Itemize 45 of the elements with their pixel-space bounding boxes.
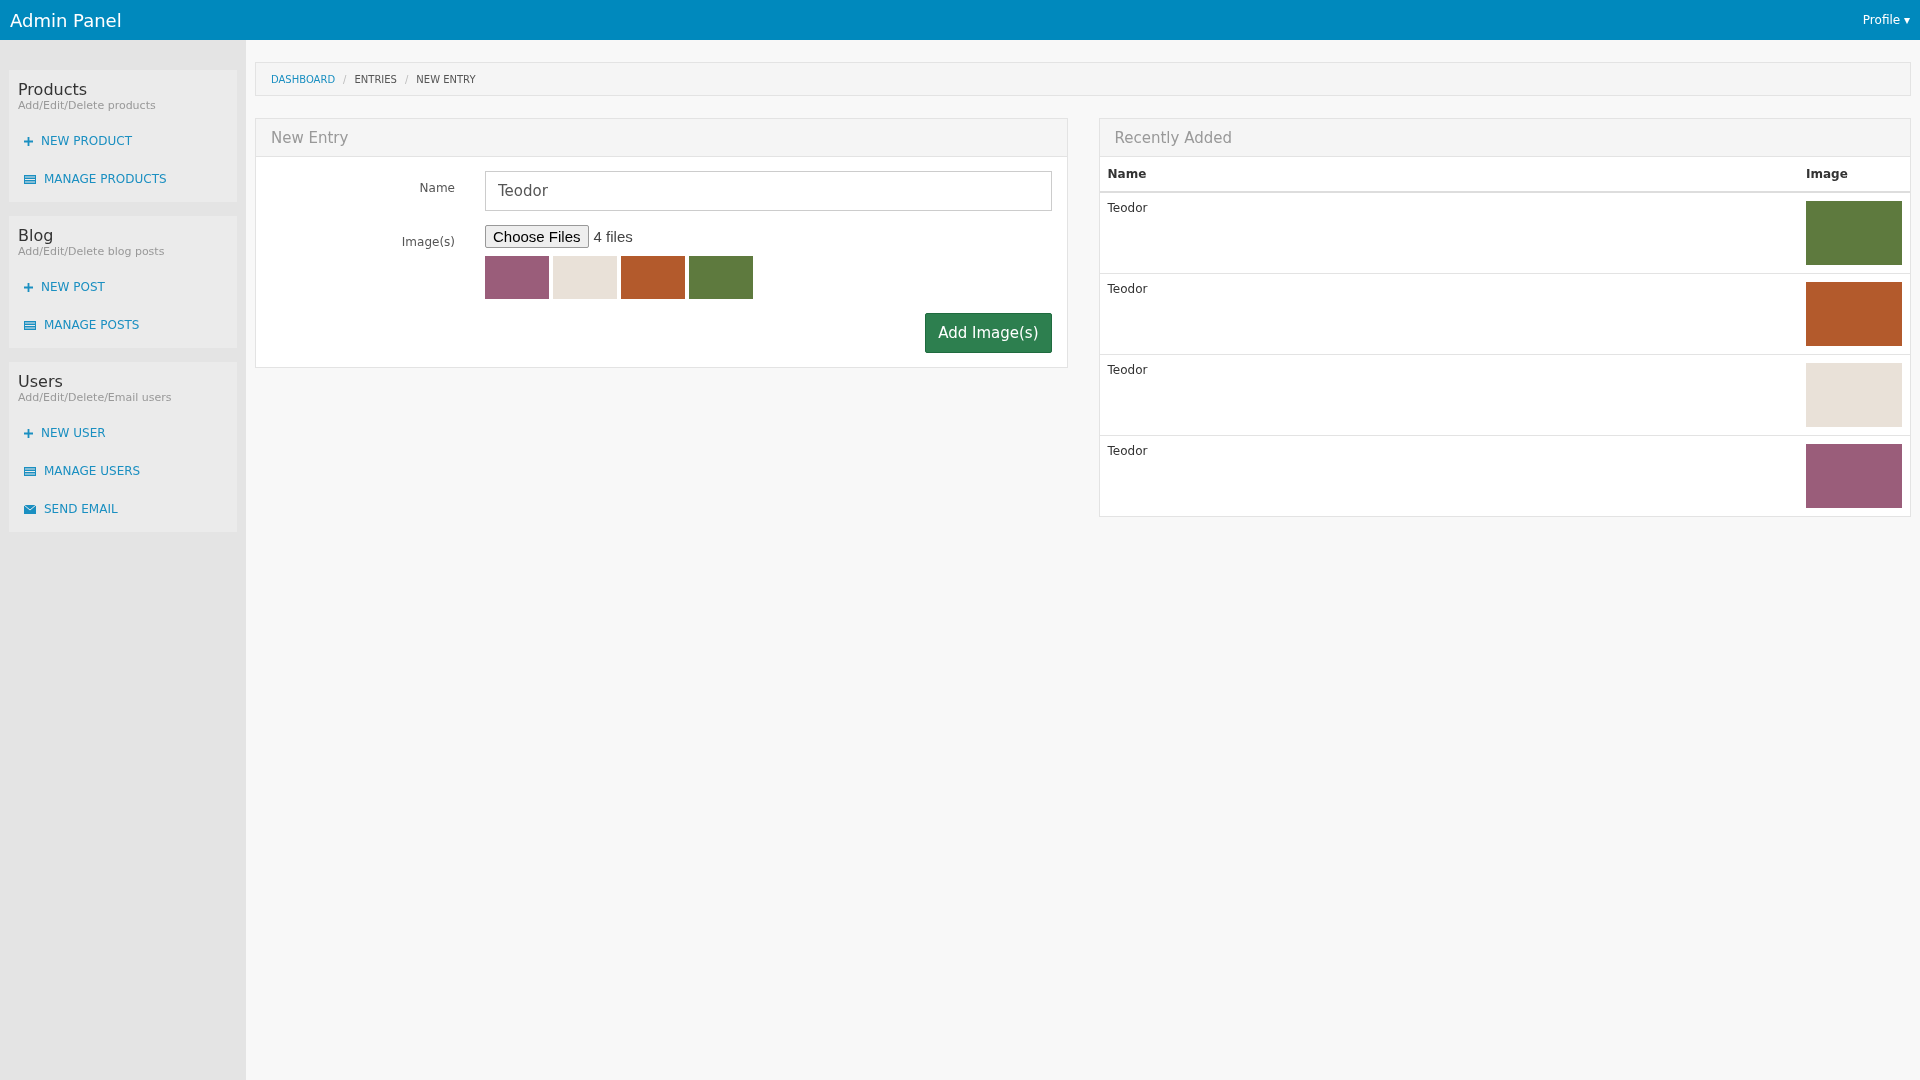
table-cell: Teodor [1099,273,1798,355]
images-label: Image(s) [400,234,455,251]
table-cell: Teodor [1099,192,1798,274]
photo-placeholder [621,256,685,299]
sidebar-link[interactable]: MANAGE USERS [18,452,228,490]
photo-placeholder [553,256,617,299]
breadcrumb-separator: / [343,73,347,85]
table-cell: Teodor [1099,354,1798,436]
sidebar-link[interactable]: SEND EMAIL [18,490,228,528]
panel-title: Recently Added [1099,119,1910,157]
add-images-button[interactable]: Add Image(s) [925,313,1052,353]
name-label: Name [418,180,455,197]
section-title: Users [18,372,64,391]
column-header: Image [1798,157,1910,192]
sidebar-link[interactable]: MANAGE PRODUCTS [18,160,228,198]
list-icon [24,466,36,476]
photo-placeholder [689,256,753,299]
envelope-icon [24,504,36,514]
sidebar-link[interactable]: NEW PRODUCT [18,122,228,160]
name-field[interactable]: Teodor [485,171,1052,211]
section-subtitle: Add/Edit/Delete blog posts [18,245,166,258]
breadcrumb-item: ENTRIES [354,73,397,85]
panel-title: New Entry [256,119,1067,157]
table-cell: Teodor [1099,435,1798,516]
section-title: Blog [18,226,55,245]
breadcrumb-item: NEW ENTRY [416,73,476,85]
plus-icon [24,282,33,292]
list-icon [24,320,36,330]
choose-files-button[interactable]: Choose Files [485,225,589,248]
profile-menu[interactable]: Profile ▾ [1862,13,1910,27]
photo-placeholder [485,256,549,299]
sidebar-link[interactable]: NEW USER [18,414,228,452]
plus-icon [24,428,33,438]
file-count: 4 files [593,228,633,245]
plus-icon [24,136,33,146]
breadcrumb-separator: / [404,73,409,85]
brand-title: Admin Panel [10,9,122,31]
section-subtitle: Add/Edit/Delete/Email users [18,391,173,404]
section-title: Products [18,80,89,99]
list-icon [24,174,36,184]
section-subtitle: Add/Edit/Delete products [18,99,157,112]
sidebar-link[interactable]: NEW POST [18,268,228,306]
breadcrumb-link[interactable]: DASHBOARD [271,73,336,85]
column-header: Name [1099,157,1798,192]
sidebar-link[interactable]: MANAGE POSTS [18,306,228,344]
